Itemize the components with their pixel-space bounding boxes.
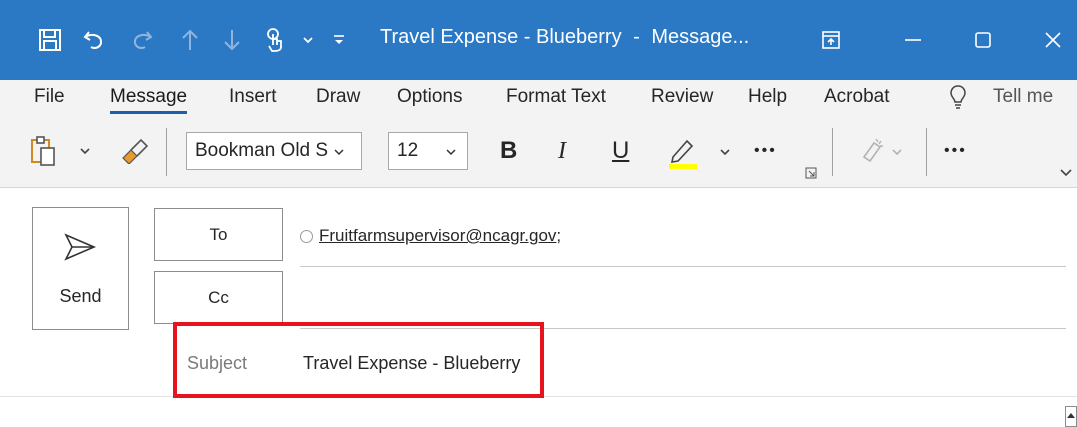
highlight-color-chevron-icon[interactable] (718, 142, 732, 162)
lightbulb-icon[interactable] (948, 82, 968, 112)
underline-button[interactable]: U (612, 132, 629, 170)
scroll-up-arrow[interactable] (1065, 406, 1077, 427)
window-title-separator: - (633, 26, 640, 48)
to-button[interactable]: To (154, 208, 283, 261)
presence-status-icon (300, 229, 313, 243)
minimize-icon[interactable] (898, 20, 928, 60)
ribbon-display-options-icon[interactable] (818, 20, 844, 60)
window-title-subject: Travel Expense - Blueberry (380, 26, 622, 48)
subject-highlight-box (173, 322, 544, 398)
tab-help[interactable]: Help (748, 86, 787, 108)
bold-button[interactable]: B (500, 132, 517, 170)
paste-options-chevron-icon[interactable] (78, 138, 92, 164)
previous-item-icon[interactable] (178, 20, 202, 60)
to-field-underline (300, 266, 1066, 267)
chevron-down-icon[interactable] (300, 20, 316, 60)
menu-bar: File Message Insert Draw Options Format … (0, 80, 1077, 118)
ribbon-separator (926, 128, 927, 176)
tab-draw[interactable]: Draw (316, 86, 360, 108)
paste-icon[interactable] (26, 132, 60, 170)
dictate-icon[interactable] (856, 134, 888, 168)
chevron-down-icon (446, 140, 456, 162)
chevron-down-icon[interactable] (890, 142, 904, 162)
more-commands-button[interactable]: ••• (944, 132, 967, 170)
tab-file[interactable]: File (34, 86, 65, 108)
to-field[interactable]: Fruitfarmsupervisor@ncagr.gov ; (300, 226, 561, 246)
font-name-value: Bookman Old S (195, 140, 329, 161)
font-name-dropdown[interactable]: Bookman Old S (186, 132, 362, 170)
expand-ribbon-chevron-icon[interactable] (1058, 164, 1074, 180)
font-dialog-launcher-icon[interactable] (804, 166, 818, 180)
cc-field[interactable] (300, 274, 1066, 326)
recipient-separator: ; (556, 226, 562, 245)
send-label: Send (59, 286, 102, 306)
ribbon-toolbar: Bookman Old S 12 B I U ••• ••• (0, 118, 1077, 188)
more-formatting-button[interactable]: ••• (754, 132, 777, 170)
send-button[interactable]: Send (32, 207, 129, 330)
tab-options[interactable]: Options (397, 86, 462, 108)
undo-icon[interactable] (80, 20, 108, 60)
redo-icon[interactable] (128, 20, 156, 60)
cc-button[interactable]: Cc (154, 271, 283, 324)
next-item-icon[interactable] (220, 20, 244, 60)
send-icon (63, 232, 97, 267)
window-title: Travel Expense - Blueberry - Message... (380, 26, 755, 49)
window-title-type: Message... (651, 26, 750, 48)
touch-mode-icon[interactable] (262, 20, 290, 60)
tab-acrobat[interactable]: Acrobat (824, 86, 889, 108)
recipient-chip[interactable]: Fruitfarmsupervisor@ncagr.gov (319, 226, 556, 246)
chevron-down-icon (334, 140, 344, 162)
highlight-pen-icon[interactable] (662, 132, 702, 172)
close-icon[interactable] (1038, 20, 1068, 60)
ribbon-separator (832, 128, 833, 176)
tab-message[interactable]: Message (110, 86, 188, 114)
format-painter-icon[interactable] (116, 134, 152, 168)
tab-review[interactable]: Review (651, 86, 713, 108)
font-size-value: 12 (397, 140, 419, 161)
save-icon[interactable] (36, 20, 64, 60)
ribbon-separator (166, 128, 167, 176)
customize-toolbar-icon[interactable] (330, 20, 348, 60)
tell-me-search[interactable]: Tell me (993, 86, 1053, 108)
italic-button[interactable]: I (558, 132, 566, 170)
tab-insert[interactable]: Insert (229, 86, 277, 108)
font-size-dropdown[interactable]: 12 (388, 132, 468, 170)
tab-format-text[interactable]: Format Text (506, 86, 606, 108)
maximize-icon[interactable] (968, 20, 998, 60)
title-bar: Travel Expense - Blueberry - Message... (0, 0, 1077, 80)
